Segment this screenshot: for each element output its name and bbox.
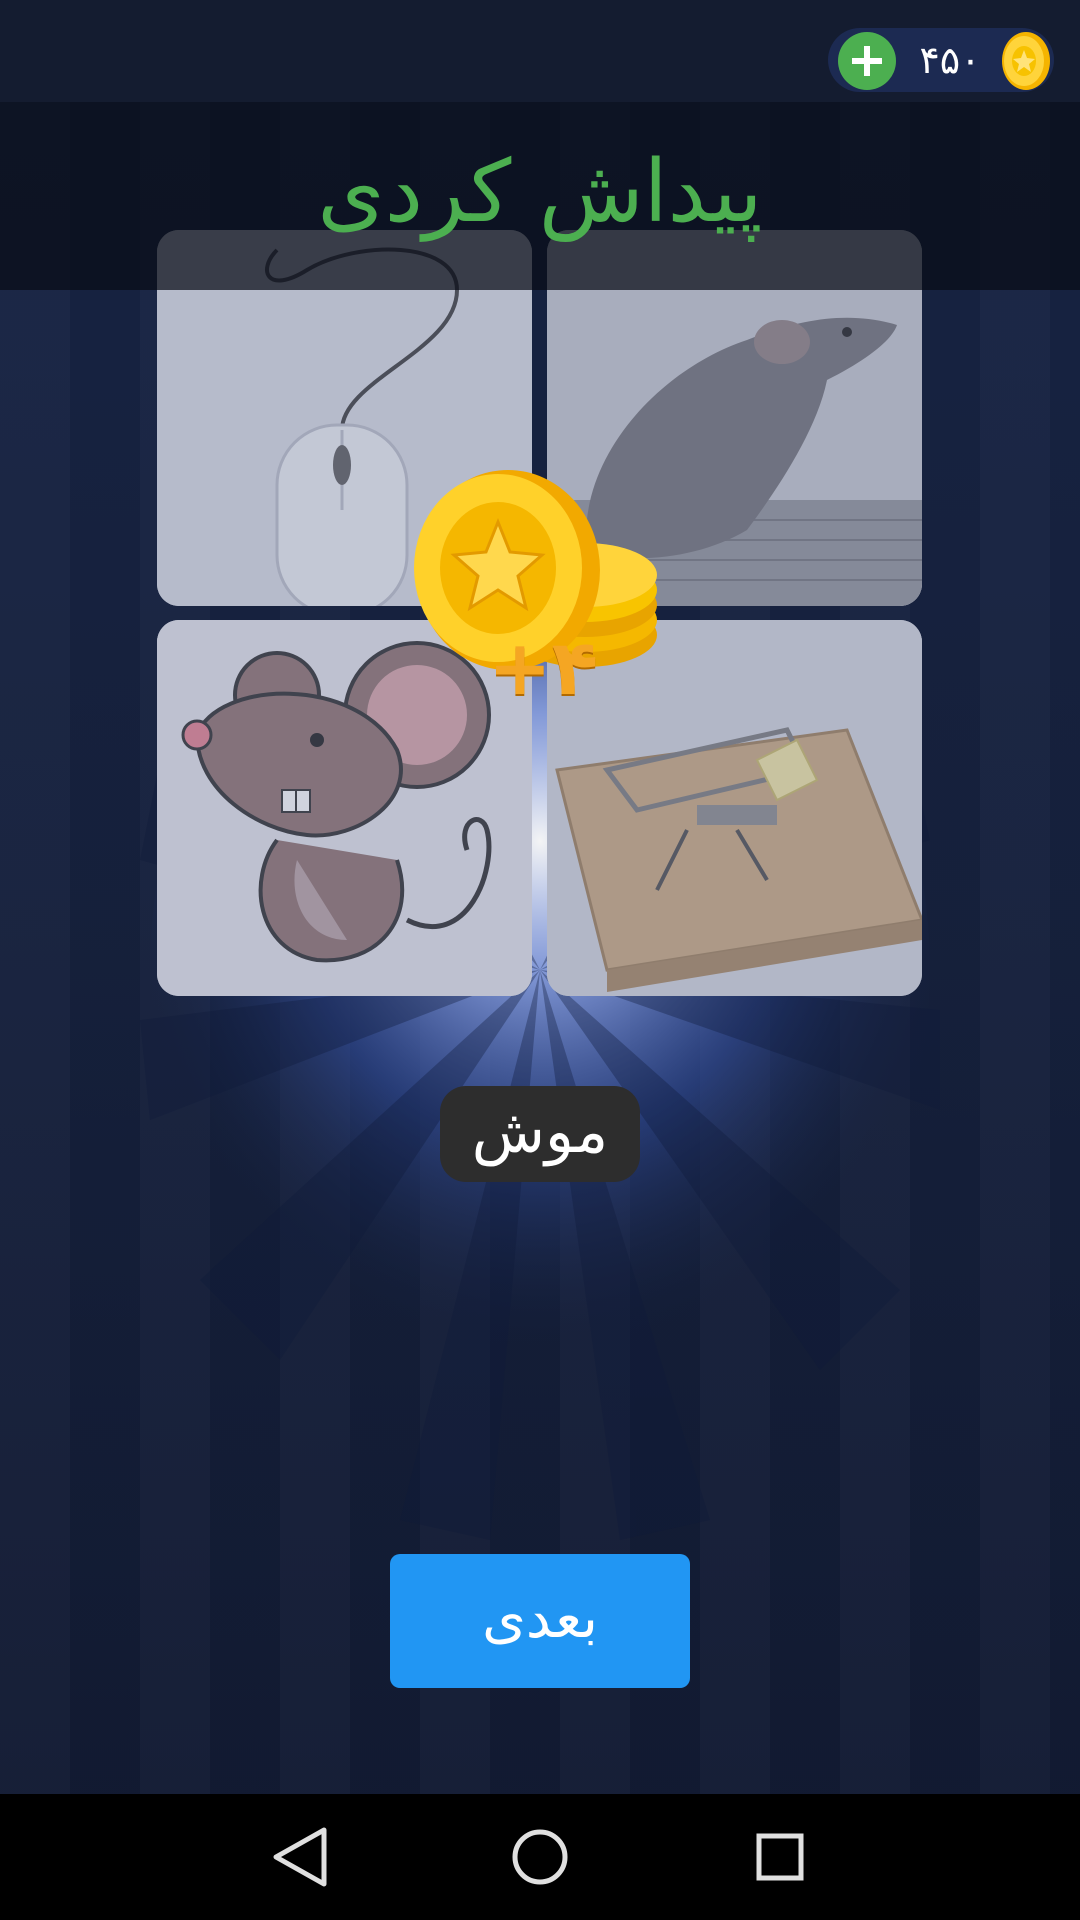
next-button[interactable]: بعدی — [390, 1554, 690, 1688]
reward-amount: +۴ — [488, 623, 599, 712]
success-banner: پیداش کردی — [0, 102, 1080, 290]
top-bar: ۴۵۰ — [0, 0, 1080, 102]
back-icon[interactable] — [264, 1822, 334, 1892]
recents-icon[interactable] — [745, 1822, 815, 1892]
add-coins-button[interactable] — [838, 32, 896, 90]
answer-word: موش — [440, 1086, 640, 1182]
coin-icon — [1002, 32, 1050, 90]
plus-icon — [852, 46, 882, 76]
banner-title: پیداش کردی — [317, 142, 763, 242]
coin-balance: ۴۵۰ — [919, 38, 981, 82]
system-nav-bar — [0, 1794, 1080, 1920]
home-icon[interactable] — [505, 1822, 575, 1892]
